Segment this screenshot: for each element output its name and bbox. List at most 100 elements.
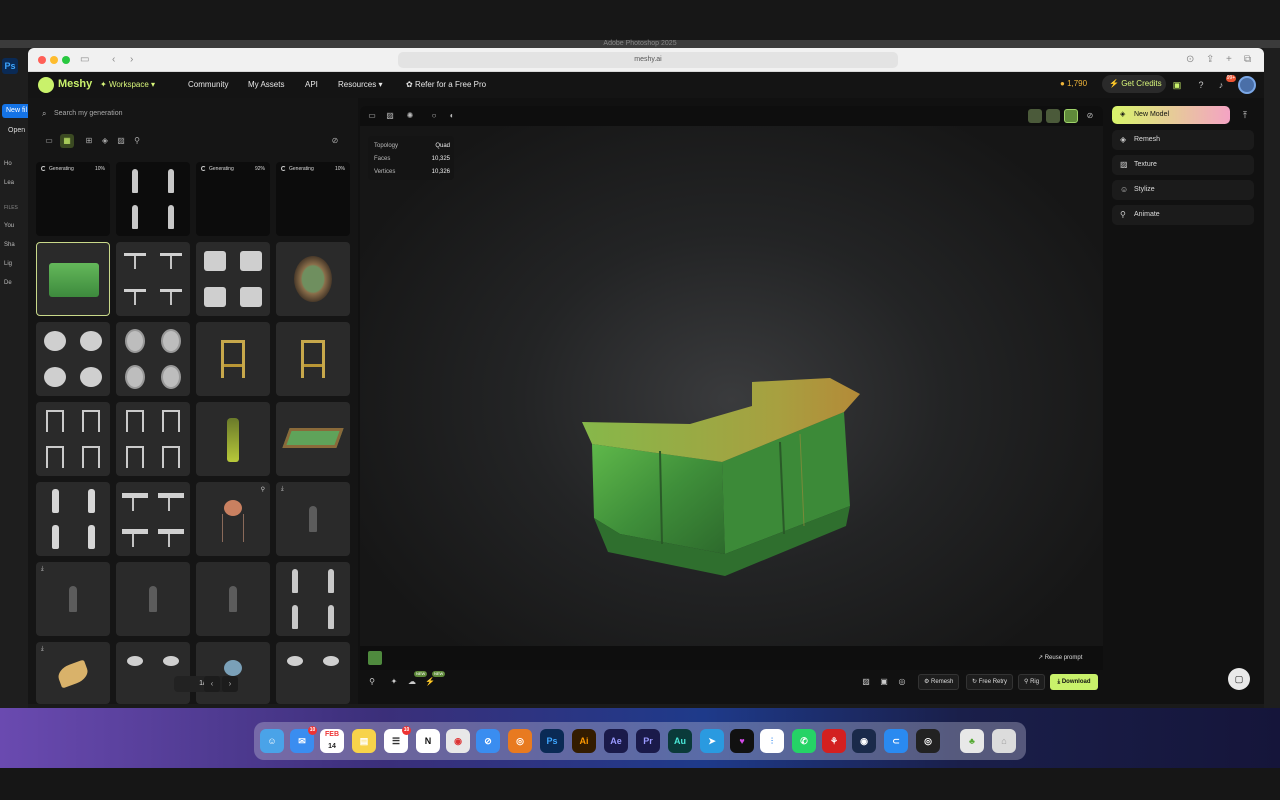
zoom-window-button[interactable] bbox=[62, 56, 70, 64]
model-tile[interactable] bbox=[116, 562, 190, 636]
reuse-prompt-button[interactable]: ↗ Reuse prompt bbox=[1038, 654, 1082, 661]
new-model-button[interactable]: ◈ New Model bbox=[1112, 106, 1230, 124]
ps-deleted-item[interactable]: De bbox=[4, 280, 12, 286]
after-effects-icon[interactable]: Ae bbox=[604, 729, 628, 753]
sparkle-icon[interactable]: ✦ bbox=[388, 676, 400, 688]
tab-overview-icon[interactable]: ⧉ bbox=[1244, 53, 1251, 67]
stylize-tool[interactable]: ☺ Stylize bbox=[1112, 180, 1254, 200]
chrome-icon[interactable]: ◉ bbox=[446, 729, 470, 753]
model-tile[interactable] bbox=[36, 322, 110, 396]
model-tile[interactable] bbox=[116, 642, 190, 704]
calendar-icon[interactable]: FEB 14 bbox=[320, 729, 344, 753]
nav-community[interactable]: Community bbox=[188, 80, 228, 89]
texture-tool[interactable]: ▨ Texture bbox=[1112, 155, 1254, 175]
premiere-icon[interactable]: Pr bbox=[636, 729, 660, 753]
preview-icon[interactable]: ♣ bbox=[960, 729, 984, 753]
notes-icon[interactable]: ▤ bbox=[352, 729, 376, 753]
view-tool-icon[interactable]: ◎ bbox=[896, 676, 908, 688]
grid-large-icon[interactable]: ▦ bbox=[60, 134, 74, 148]
filter-off-icon[interactable]: ⊘ bbox=[328, 134, 342, 148]
cube-icon[interactable]: ◈ bbox=[98, 134, 112, 148]
audition-icon[interactable]: Au bbox=[668, 729, 692, 753]
rig-button[interactable]: ⚲ Rig bbox=[1018, 674, 1046, 690]
notion-icon[interactable]: N bbox=[416, 729, 440, 753]
animate-filter-icon[interactable]: ⚲ bbox=[130, 134, 144, 148]
rig-tool-icon[interactable]: ⚲ bbox=[366, 676, 378, 688]
generating-tile[interactable]: Generating 10% bbox=[36, 162, 110, 236]
model-tile[interactable] bbox=[276, 562, 350, 636]
model-tile[interactable] bbox=[116, 322, 190, 396]
generating-tile[interactable]: Generating 10% bbox=[276, 162, 350, 236]
animate-tool-icon[interactable]: ⚡ bbox=[424, 676, 436, 688]
model-tile[interactable] bbox=[116, 402, 190, 476]
ps-new-file-button[interactable]: New fil bbox=[2, 104, 28, 118]
mail-icon[interactable]: ✉ 10 bbox=[290, 726, 317, 753]
model-tile[interactable] bbox=[276, 242, 350, 316]
prev-page-button[interactable]: ‹ bbox=[204, 676, 220, 692]
finder-icon[interactable]: ☺ bbox=[260, 729, 284, 753]
model-tile[interactable]: ⤓ bbox=[276, 482, 350, 556]
safari-icon[interactable]: ⊘ bbox=[476, 729, 500, 753]
nav-my-assets[interactable]: My Assets bbox=[248, 80, 284, 89]
model-tile[interactable] bbox=[196, 402, 270, 476]
model-tile[interactable] bbox=[116, 162, 190, 236]
photoshop-icon[interactable]: Ps bbox=[540, 729, 564, 753]
remesh-button[interactable]: ⚙ Remesh bbox=[918, 674, 960, 690]
minimize-window-button[interactable] bbox=[50, 56, 58, 64]
ps-your-files-item[interactable]: You bbox=[4, 223, 14, 229]
model-tile[interactable] bbox=[196, 242, 270, 316]
capcut-icon[interactable]: ⊂ bbox=[884, 729, 908, 753]
next-page-button[interactable]: › bbox=[222, 676, 238, 692]
illustrator-icon[interactable]: Ai bbox=[572, 729, 596, 753]
model-tile[interactable] bbox=[196, 562, 270, 636]
nav-resources[interactable]: Resources ▾ bbox=[338, 80, 383, 89]
meshy-logo-text[interactable]: Meshy bbox=[58, 78, 92, 90]
ps-open-button[interactable]: Open bbox=[8, 127, 25, 134]
model-tile[interactable]: ⤓ bbox=[36, 642, 110, 704]
upload-icon[interactable]: ⤒ bbox=[1238, 108, 1252, 122]
model-tile[interactable] bbox=[276, 402, 350, 476]
model-tile[interactable] bbox=[116, 242, 190, 316]
nav-api[interactable]: API bbox=[305, 80, 318, 89]
trash-icon[interactable]: ⌂ bbox=[992, 729, 1016, 753]
download-icon[interactable]: ⊙ bbox=[1186, 53, 1194, 67]
new-tab-icon[interactable]: + bbox=[1226, 53, 1232, 67]
ps-learn-item[interactable]: Lea bbox=[4, 180, 14, 186]
blender-icon[interactable]: ◎ bbox=[508, 729, 532, 753]
voice-memos-icon[interactable]: ⫶ bbox=[760, 729, 784, 753]
model-tile[interactable] bbox=[36, 402, 110, 476]
model-tile[interactable] bbox=[196, 642, 270, 704]
model-tile-selected[interactable] bbox=[36, 242, 110, 316]
chat-support-button[interactable]: ▢ bbox=[1228, 668, 1250, 690]
obs-icon[interactable]: ◎ bbox=[916, 729, 940, 753]
nav-refer[interactable]: ✿ Refer for a Free Pro bbox=[406, 80, 486, 89]
ps-shared-item[interactable]: Sha bbox=[4, 242, 15, 248]
texture-tool-icon[interactable]: ▨ bbox=[860, 676, 872, 688]
model-tile[interactable] bbox=[36, 482, 110, 556]
ps-lightroom-item[interactable]: Lig bbox=[4, 261, 12, 267]
remesh-tool-icon[interactable]: ☁ bbox=[406, 676, 418, 688]
share-icon[interactable]: ⇪ bbox=[1206, 53, 1214, 67]
nav-workspace[interactable]: ✦ Workspace ▾ bbox=[100, 80, 155, 89]
gift-icon[interactable]: ▣ bbox=[1170, 78, 1184, 92]
model-tile[interactable]: ⚲ bbox=[196, 482, 270, 556]
back-icon[interactable]: ‹ bbox=[112, 53, 115, 67]
folder-icon[interactable]: ▭ bbox=[42, 134, 56, 148]
model-tile[interactable] bbox=[116, 482, 190, 556]
model-tile[interactable] bbox=[276, 322, 350, 396]
get-credits-button[interactable]: ⚡ Get Credits bbox=[1102, 75, 1166, 93]
ps-home-item[interactable]: Ho bbox=[4, 161, 12, 167]
3d-viewport[interactable]: ▭ ▨ ✺ ○ ◐ ⊘ Topology Quad Faces 10,325 Ver… bbox=[360, 106, 1103, 694]
generating-tile[interactable]: Generating 92% bbox=[196, 162, 270, 236]
telegram-icon[interactable]: ➤ bbox=[700, 729, 724, 753]
model-tile[interactable]: ⤓ bbox=[36, 562, 110, 636]
model-tile[interactable] bbox=[276, 642, 350, 704]
heart-app-icon[interactable]: ♥ bbox=[730, 729, 754, 753]
address-bar[interactable]: meshy.ai bbox=[398, 52, 898, 68]
model-tile[interactable] bbox=[196, 322, 270, 396]
acrobat-icon[interactable]: ⚘ bbox=[822, 729, 846, 753]
search-input[interactable]: ⌕ Search my generation bbox=[36, 106, 350, 122]
sidebar-toggle-icon[interactable]: ▭ bbox=[80, 53, 89, 67]
remesh-tool[interactable]: ◈ Remesh bbox=[1112, 130, 1254, 150]
forward-icon[interactable]: › bbox=[130, 53, 133, 67]
